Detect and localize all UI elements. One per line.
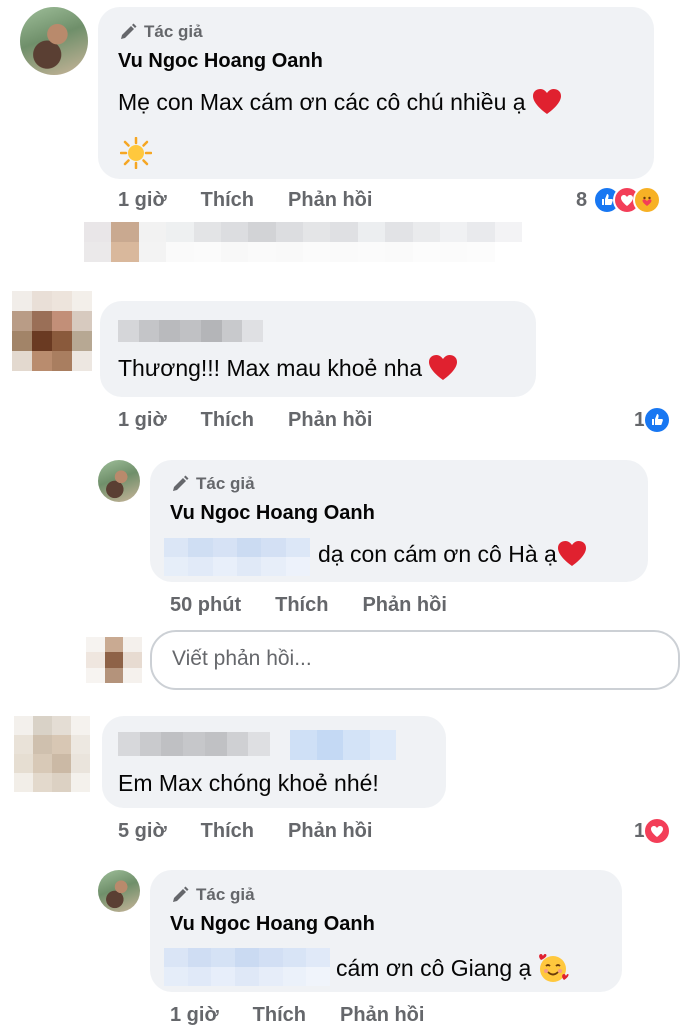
comment-text: Mẹ con Max cám ơn các cô chú nhiều ạ	[118, 88, 562, 116]
author-badge-label: Tác giả	[196, 474, 255, 493]
author-badge: Tác giả	[118, 22, 203, 42]
pencil-icon	[173, 886, 189, 902]
comment-text-content: Em Max chóng khoẻ nhé!	[118, 770, 379, 796]
love-reaction-icon	[643, 817, 672, 845]
author-badge: Tác giả	[170, 474, 255, 494]
redacted-name	[118, 732, 270, 756]
comment-actions: 1 giờ Thích Phản hồi	[170, 1004, 424, 1027]
author-avatar[interactable]	[98, 870, 140, 912]
comment-time[interactable]: 1 giờ	[118, 409, 167, 432]
red-heart-emoji	[532, 89, 561, 114]
reply-input[interactable]: Viết phản hồi...	[150, 630, 680, 690]
comment-text: Em Max chóng khoẻ nhé!	[118, 770, 379, 797]
like-button[interactable]: Thích	[201, 820, 254, 843]
commenter-avatar[interactable]	[14, 716, 90, 792]
comment-actions: 5 giờ Thích Phản hồi	[118, 820, 372, 843]
author-avatar[interactable]	[98, 460, 140, 502]
red-heart-emoji	[557, 541, 586, 566]
author-badge-label: Tác giả	[196, 885, 255, 904]
comment-time[interactable]: 50 phút	[170, 594, 241, 617]
comment-actions: 1 giờ Thích Phản hồi	[118, 189, 372, 212]
comment-text: cám ơn cô Giang ạ	[336, 952, 569, 984]
like-button[interactable]: Thích	[275, 594, 328, 617]
reply-button[interactable]: Phản hồi	[288, 189, 372, 212]
care-reaction-icon	[633, 186, 662, 214]
like-button[interactable]: Thích	[201, 409, 254, 432]
reaction-summary[interactable]: 1	[634, 406, 672, 434]
comment-text: Thương!!! Max mau khoẻ nha	[118, 354, 458, 382]
reply-button[interactable]: Phản hồi	[288, 409, 372, 432]
comment-time[interactable]: 1 giờ	[118, 189, 167, 212]
author-avatar[interactable]	[20, 7, 88, 75]
current-user-avatar	[86, 637, 142, 683]
redacted-strip	[84, 222, 522, 262]
comment-text-content: Thương!!! Max mau khoẻ nha	[118, 354, 423, 381]
author-badge-label: Tác giả	[144, 22, 203, 41]
like-button[interactable]: Thích	[253, 1004, 306, 1027]
reaction-summary[interactable]: 1	[634, 817, 672, 845]
redacted-mention	[164, 538, 310, 576]
comment-text: dạ con cám ơn cô Hà ạ	[318, 540, 587, 568]
reply-button[interactable]: Phản hồi	[340, 1004, 424, 1027]
comment-bubble	[100, 301, 536, 397]
pencil-icon	[121, 23, 137, 39]
sun-emoji	[120, 137, 152, 169]
comment-actions: 50 phút Thích Phản hồi	[170, 594, 447, 617]
reply-input-placeholder: Viết phản hồi...	[172, 647, 312, 670]
reply-button[interactable]: Phản hồi	[362, 594, 446, 617]
author-name[interactable]: Vu Ngoc Hoang Oanh	[170, 913, 375, 936]
reply-button[interactable]: Phản hồi	[288, 820, 372, 843]
author-badge: Tác giả	[170, 885, 255, 905]
like-button[interactable]: Thích	[201, 189, 254, 212]
redacted-mention	[164, 948, 330, 986]
like-reaction-icon	[643, 406, 672, 434]
redacted-mention	[290, 730, 396, 760]
commenter-avatar[interactable]	[12, 291, 92, 371]
pencil-icon	[173, 475, 189, 491]
author-name[interactable]: Vu Ngoc Hoang Oanh	[170, 502, 375, 525]
comment-text-content: cám ơn cô Giang ạ	[336, 954, 532, 981]
redacted-name	[118, 320, 263, 342]
reaction-summary[interactable]: 8	[576, 186, 662, 214]
red-heart-emoji	[429, 355, 458, 380]
comment-time[interactable]: 5 giờ	[118, 820, 167, 843]
comment-actions: 1 giờ Thích Phản hồi	[118, 409, 372, 432]
author-name[interactable]: Vu Ngoc Hoang Oanh	[118, 50, 323, 73]
comment-text-content: Mẹ con Max cám ơn các cô chú nhiều ạ	[118, 88, 526, 115]
comment-time[interactable]: 1 giờ	[170, 1004, 219, 1027]
reaction-count: 8	[576, 188, 588, 211]
smiling-face-with-hearts-emoji	[539, 954, 569, 982]
comment-text-content: dạ con cám ơn cô Hà ạ	[318, 540, 557, 567]
